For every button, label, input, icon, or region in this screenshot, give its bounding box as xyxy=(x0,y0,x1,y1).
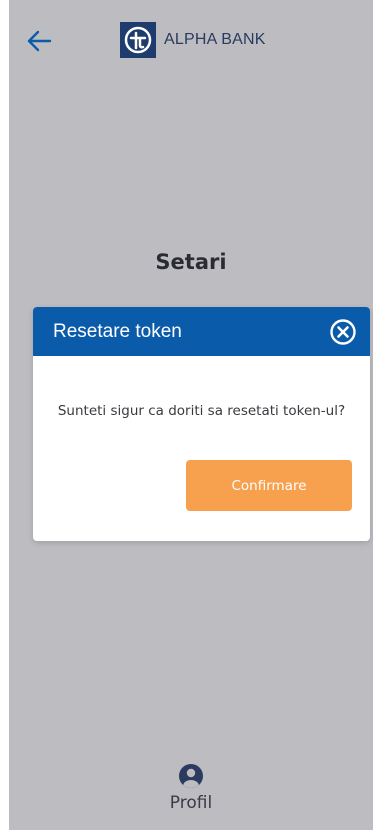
page-title: Setari xyxy=(155,250,227,274)
bottom-nav: Profil xyxy=(9,763,373,830)
arrow-left-icon xyxy=(27,30,52,52)
close-circle-icon xyxy=(330,319,356,345)
dialog-header: Resetare token xyxy=(33,307,370,356)
confirm-button[interactable]: Confirmare xyxy=(186,460,352,511)
dialog-title: Resetare token xyxy=(53,320,182,342)
dialog-message: Sunteti sigur ca doriti sa resetati toke… xyxy=(57,403,346,419)
nav-item-label: Profil xyxy=(169,793,213,813)
app-screen: ALPHA BANK Setari Resetare token Sunteti… xyxy=(9,0,373,830)
alpha-bank-logo-icon xyxy=(120,22,156,58)
bank-name: ALPHA BANK xyxy=(164,31,266,48)
nav-item-profil[interactable]: Profil xyxy=(170,763,212,813)
bank-logo: ALPHA BANK xyxy=(120,22,266,58)
app-header: ALPHA BANK xyxy=(9,0,373,80)
close-button[interactable] xyxy=(329,318,357,346)
reset-token-dialog: Resetare token Sunteti sigur ca doriti s… xyxy=(33,307,370,541)
user-circle-icon xyxy=(179,764,203,788)
back-button[interactable] xyxy=(23,25,55,57)
